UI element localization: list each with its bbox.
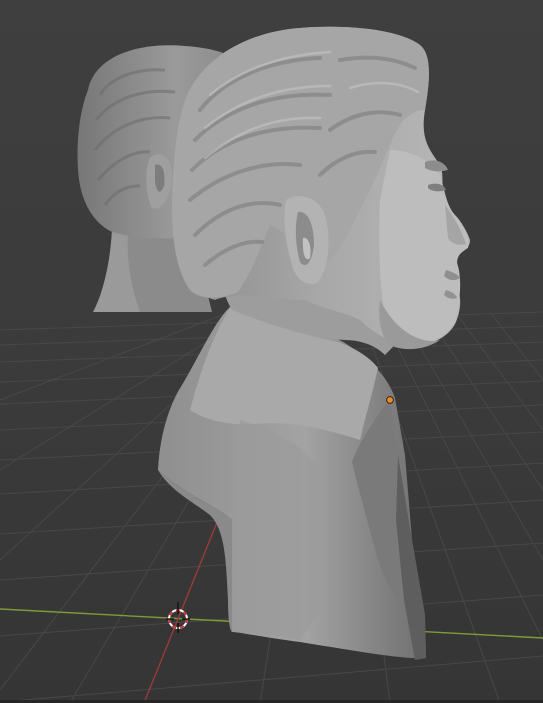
- origin-point: [386, 396, 394, 404]
- viewport-canvas[interactable]: [0, 0, 543, 703]
- 3d-viewport[interactable]: [0, 0, 543, 703]
